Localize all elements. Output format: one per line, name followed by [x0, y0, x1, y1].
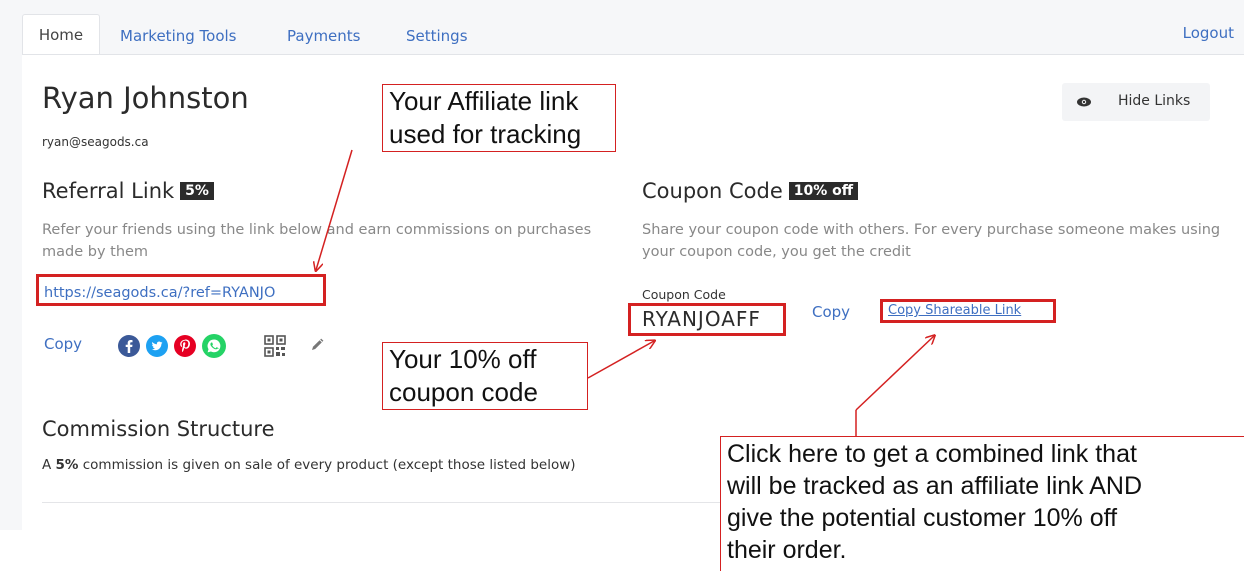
combined-annotation-line2: will be tracked as an affiliate link AND	[727, 472, 1143, 500]
referral-description: Refer your friends using the link below …	[42, 222, 592, 260]
tab-marketing-tools[interactable]: Marketing Tools	[120, 16, 236, 56]
coupon-heading: Coupon Code 10% off	[642, 179, 859, 203]
qr-code-icon[interactable]	[263, 334, 287, 358]
combined-link-annotation: Click here to get a combined link that w…	[720, 436, 1244, 571]
coupon-annotation: Your 10% off coupon code	[382, 342, 588, 410]
combined-annotation-line3: give the potential customer 10% off	[727, 504, 1118, 532]
copy-coupon-button[interactable]: Copy	[812, 303, 850, 321]
eye-icon	[1076, 94, 1092, 110]
section-divider	[42, 502, 722, 503]
copy-shareable-link-button[interactable]: Copy Shareable Link	[888, 303, 1021, 318]
coupon-annotation-line2: coupon code	[389, 377, 538, 407]
commission-text: A 5% commission is given on sale of ever…	[42, 457, 576, 473]
tab-home[interactable]: Home	[22, 14, 100, 55]
profile-name: Ryan Johnston	[42, 81, 249, 115]
logout-link[interactable]: Logout	[1183, 24, 1234, 42]
twitter-icon[interactable]	[146, 335, 168, 357]
facebook-icon[interactable]	[118, 335, 140, 357]
referral-heading: Referral Link 5%	[42, 179, 214, 203]
combined-annotation-line1: Click here to get a combined link that	[727, 440, 1137, 468]
whatsapp-icon[interactable]	[202, 334, 226, 358]
coupon-title: Coupon Code	[642, 179, 783, 203]
referral-badge: 5%	[180, 182, 214, 200]
affiliate-annotation-line2: used for tracking	[389, 119, 582, 149]
coupon-description: Share your coupon code with others. For …	[642, 222, 1221, 260]
top-nav: Home Marketing Tools Payments Settings L…	[22, 6, 1244, 55]
pinterest-icon[interactable]	[174, 335, 196, 357]
coupon-field-label: Coupon Code	[642, 287, 726, 302]
hide-links-label: Hide Links	[1118, 93, 1191, 109]
tab-settings[interactable]: Settings	[406, 16, 468, 56]
affiliate-annotation: Your Affiliate link used for tracking	[382, 84, 616, 152]
profile-email: ryan@seagods.ca	[42, 135, 149, 149]
copy-referral-link-button[interactable]: Copy	[44, 335, 82, 353]
coupon-annotation-line1: Your 10% off	[389, 344, 537, 374]
hide-links-button[interactable]: Hide Links	[1062, 83, 1210, 121]
commission-suffix: commission is given on sale of every pro…	[78, 457, 576, 473]
affiliate-annotation-line1: Your Affiliate link	[389, 86, 579, 116]
commission-rate: 5%	[55, 457, 79, 473]
tab-payments[interactable]: Payments	[287, 16, 360, 56]
commission-heading: Commission Structure	[42, 417, 275, 441]
referral-title: Referral Link	[42, 179, 175, 203]
coupon-badge: 10% off	[788, 182, 859, 200]
referral-link[interactable]: https://seagods.ca/?ref=RYANJO	[44, 285, 275, 301]
commission-prefix: A	[42, 457, 56, 473]
edit-pencil-icon[interactable]	[309, 337, 325, 353]
combined-annotation-line4: their order.	[727, 536, 847, 564]
coupon-code-value: RYANJOAFF	[642, 307, 761, 331]
